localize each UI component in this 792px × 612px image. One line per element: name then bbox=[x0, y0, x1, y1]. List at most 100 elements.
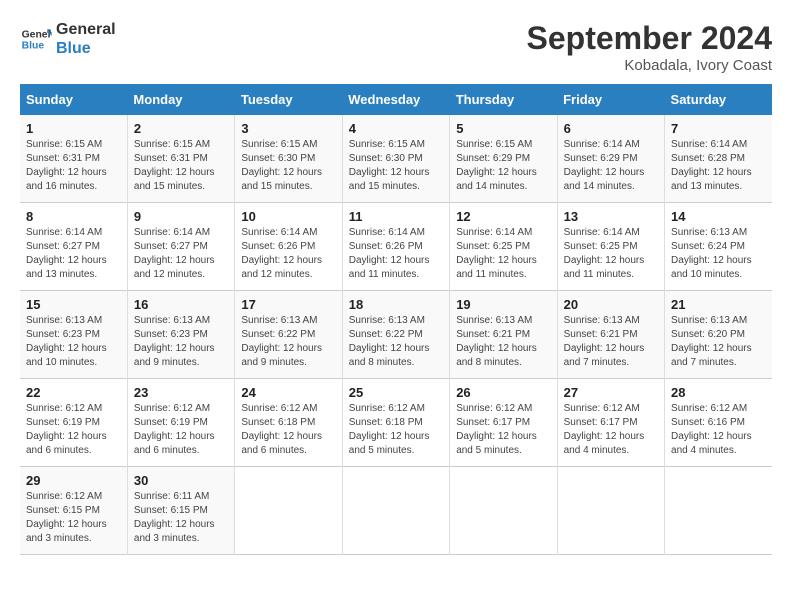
calendar-cell: 8 Sunrise: 6:14 AM Sunset: 6:27 PM Daylig… bbox=[20, 203, 127, 291]
logo-icon: General Blue bbox=[20, 23, 52, 55]
calendar-cell bbox=[342, 467, 449, 555]
day-info: Sunrise: 6:12 AM Sunset: 6:18 PM Dayligh… bbox=[349, 402, 443, 458]
day-info: Sunrise: 6:12 AM Sunset: 6:15 PM Dayligh… bbox=[26, 490, 121, 546]
day-number: 1 bbox=[26, 121, 121, 136]
day-info: Sunrise: 6:12 AM Sunset: 6:17 PM Dayligh… bbox=[456, 402, 550, 458]
day-info: Sunrise: 6:14 AM Sunset: 6:27 PM Dayligh… bbox=[134, 226, 228, 282]
day-info: Sunrise: 6:13 AM Sunset: 6:20 PM Dayligh… bbox=[671, 314, 766, 370]
calendar-cell: 21 Sunrise: 6:13 AM Sunset: 6:20 PM Dayli… bbox=[665, 291, 772, 379]
day-number: 26 bbox=[456, 385, 550, 400]
day-number: 25 bbox=[349, 385, 443, 400]
calendar-cell: 23Sunrise: 6:12 AM Sunset: 6:19 PM Dayli… bbox=[127, 379, 234, 467]
day-number: 3 bbox=[241, 121, 335, 136]
page-header: General Blue General Blue September 2024… bbox=[20, 20, 772, 74]
day-number: 7 bbox=[671, 121, 766, 136]
day-number: 29 bbox=[26, 473, 121, 488]
day-number: 16 bbox=[134, 297, 228, 312]
calendar-cell: 13 Sunrise: 6:14 AM Sunset: 6:25 PM Dayli… bbox=[557, 203, 664, 291]
calendar-cell: 6 Sunrise: 6:14 AM Sunset: 6:29 PM Daylig… bbox=[557, 115, 664, 203]
header-saturday: Saturday bbox=[665, 84, 772, 115]
day-number: 13 bbox=[564, 209, 658, 224]
day-info: Sunrise: 6:14 AM Sunset: 6:26 PM Dayligh… bbox=[241, 226, 335, 282]
day-number: 14 bbox=[671, 209, 766, 224]
day-number: 11 bbox=[349, 209, 443, 224]
day-number: 12 bbox=[456, 209, 550, 224]
calendar-cell bbox=[557, 467, 664, 555]
calendar-cell: 15 Sunrise: 6:13 AM Sunset: 6:23 PM Dayli… bbox=[20, 291, 127, 379]
day-info: Sunrise: 6:15 AM Sunset: 6:30 PM Dayligh… bbox=[241, 138, 335, 194]
day-number: 27 bbox=[564, 385, 658, 400]
title-block: September 2024 Kobadala, Ivory Coast bbox=[527, 20, 772, 74]
location-subtitle: Kobadala, Ivory Coast bbox=[527, 57, 772, 74]
calendar-cell: 11 Sunrise: 6:14 AM Sunset: 6:26 PM Dayli… bbox=[342, 203, 449, 291]
calendar-cell: 3 Sunrise: 6:15 AM Sunset: 6:30 PM Daylig… bbox=[235, 115, 342, 203]
day-info: Sunrise: 6:14 AM Sunset: 6:27 PM Dayligh… bbox=[26, 226, 121, 282]
calendar-week-2: 8 Sunrise: 6:14 AM Sunset: 6:27 PM Daylig… bbox=[20, 203, 772, 291]
svg-text:Blue: Blue bbox=[22, 41, 45, 52]
header-monday: Monday bbox=[127, 84, 234, 115]
calendar-cell: 29 Sunrise: 6:12 AM Sunset: 6:15 PM Dayli… bbox=[20, 467, 127, 555]
day-number: 6 bbox=[564, 121, 658, 136]
calendar-header-row: SundayMondayTuesdayWednesdayThursdayFrid… bbox=[20, 84, 772, 115]
day-info: Sunrise: 6:15 AM Sunset: 6:29 PM Dayligh… bbox=[456, 138, 550, 194]
day-info: Sunrise: 6:13 AM Sunset: 6:23 PM Dayligh… bbox=[134, 314, 228, 370]
calendar-cell: 30 Sunrise: 6:11 AM Sunset: 6:15 PM Dayli… bbox=[127, 467, 234, 555]
calendar-cell: 10 Sunrise: 6:14 AM Sunset: 6:26 PM Dayli… bbox=[235, 203, 342, 291]
calendar-week-1: 1 Sunrise: 6:15 AM Sunset: 6:31 PM Daylig… bbox=[20, 115, 772, 203]
day-info: Sunrise: 6:13 AM Sunset: 6:22 PM Dayligh… bbox=[241, 314, 335, 370]
day-info: Sunrise: 6:14 AM Sunset: 6:29 PM Dayligh… bbox=[564, 138, 658, 194]
calendar-week-5: 29 Sunrise: 6:12 AM Sunset: 6:15 PM Dayli… bbox=[20, 467, 772, 555]
day-info: Sunrise: 6:12 AM Sunset: 6:18 PM Dayligh… bbox=[241, 402, 335, 458]
day-number: 8 bbox=[26, 209, 121, 224]
header-tuesday: Tuesday bbox=[235, 84, 342, 115]
day-info: Sunrise: 6:14 AM Sunset: 6:25 PM Dayligh… bbox=[564, 226, 658, 282]
calendar-cell: 16 Sunrise: 6:13 AM Sunset: 6:23 PM Dayli… bbox=[127, 291, 234, 379]
calendar-cell: 4 Sunrise: 6:15 AM Sunset: 6:30 PM Daylig… bbox=[342, 115, 449, 203]
day-info: Sunrise: 6:13 AM Sunset: 6:22 PM Dayligh… bbox=[349, 314, 443, 370]
calendar-cell: 25 Sunrise: 6:12 AM Sunset: 6:18 PM Dayli… bbox=[342, 379, 449, 467]
calendar-cell: 1 Sunrise: 6:15 AM Sunset: 6:31 PM Daylig… bbox=[20, 115, 127, 203]
header-thursday: Thursday bbox=[450, 84, 557, 115]
day-number: 9 bbox=[134, 209, 228, 224]
calendar-cell bbox=[450, 467, 557, 555]
day-info: Sunrise: 6:11 AM Sunset: 6:15 PM Dayligh… bbox=[134, 490, 228, 546]
calendar-cell: 14 Sunrise: 6:13 AM Sunset: 6:24 PM Dayli… bbox=[665, 203, 772, 291]
day-number: 2 bbox=[134, 121, 228, 136]
day-info: Sunrise: 6:14 AM Sunset: 6:28 PM Dayligh… bbox=[671, 138, 766, 194]
logo: General Blue General Blue bbox=[20, 20, 116, 58]
day-number: 21 bbox=[671, 297, 766, 312]
day-info: Sunrise: 6:15 AM Sunset: 6:30 PM Dayligh… bbox=[349, 138, 443, 194]
day-info: Sunrise: 6:13 AM Sunset: 6:23 PM Dayligh… bbox=[26, 314, 121, 370]
day-number: 30 bbox=[134, 473, 228, 488]
day-number: 15 bbox=[26, 297, 121, 312]
calendar-cell: 26 Sunrise: 6:12 AM Sunset: 6:17 PM Dayli… bbox=[450, 379, 557, 467]
day-number: 18 bbox=[349, 297, 443, 312]
day-number: 4 bbox=[349, 121, 443, 136]
day-info: Sunrise: 6:13 AM Sunset: 6:24 PM Dayligh… bbox=[671, 226, 766, 282]
day-info: Sunrise: 6:15 AM Sunset: 6:31 PM Dayligh… bbox=[134, 138, 228, 194]
day-info: Sunrise: 6:12 AM Sunset: 6:16 PM Dayligh… bbox=[671, 402, 766, 458]
header-sunday: Sunday bbox=[20, 84, 127, 115]
day-number: 10 bbox=[241, 209, 335, 224]
calendar-week-3: 15 Sunrise: 6:13 AM Sunset: 6:23 PM Dayli… bbox=[20, 291, 772, 379]
calendar-cell: 9 Sunrise: 6:14 AM Sunset: 6:27 PM Daylig… bbox=[127, 203, 234, 291]
calendar-cell: 18 Sunrise: 6:13 AM Sunset: 6:22 PM Dayli… bbox=[342, 291, 449, 379]
calendar-cell: 27Sunrise: 6:12 AM Sunset: 6:17 PM Dayli… bbox=[557, 379, 664, 467]
month-title: September 2024 bbox=[527, 20, 772, 57]
day-info: Sunrise: 6:15 AM Sunset: 6:31 PM Dayligh… bbox=[26, 138, 121, 194]
day-info: Sunrise: 6:13 AM Sunset: 6:21 PM Dayligh… bbox=[564, 314, 658, 370]
calendar-cell: 20 Sunrise: 6:13 AM Sunset: 6:21 PM Dayli… bbox=[557, 291, 664, 379]
day-number: 23 bbox=[134, 385, 228, 400]
day-number: 20 bbox=[564, 297, 658, 312]
day-info: Sunrise: 6:14 AM Sunset: 6:26 PM Dayligh… bbox=[349, 226, 443, 282]
day-number: 17 bbox=[241, 297, 335, 312]
calendar-cell: 24Sunrise: 6:12 AM Sunset: 6:18 PM Dayli… bbox=[235, 379, 342, 467]
calendar-cell: 19Sunrise: 6:13 AM Sunset: 6:21 PM Dayli… bbox=[450, 291, 557, 379]
logo-line2: Blue bbox=[56, 39, 116, 58]
calendar-week-4: 22Sunrise: 6:12 AM Sunset: 6:19 PM Dayli… bbox=[20, 379, 772, 467]
calendar-cell bbox=[665, 467, 772, 555]
day-info: Sunrise: 6:12 AM Sunset: 6:19 PM Dayligh… bbox=[26, 402, 121, 458]
calendar-cell: 5Sunrise: 6:15 AM Sunset: 6:29 PM Daylig… bbox=[450, 115, 557, 203]
calendar-cell bbox=[235, 467, 342, 555]
calendar-cell: 28Sunrise: 6:12 AM Sunset: 6:16 PM Dayli… bbox=[665, 379, 772, 467]
